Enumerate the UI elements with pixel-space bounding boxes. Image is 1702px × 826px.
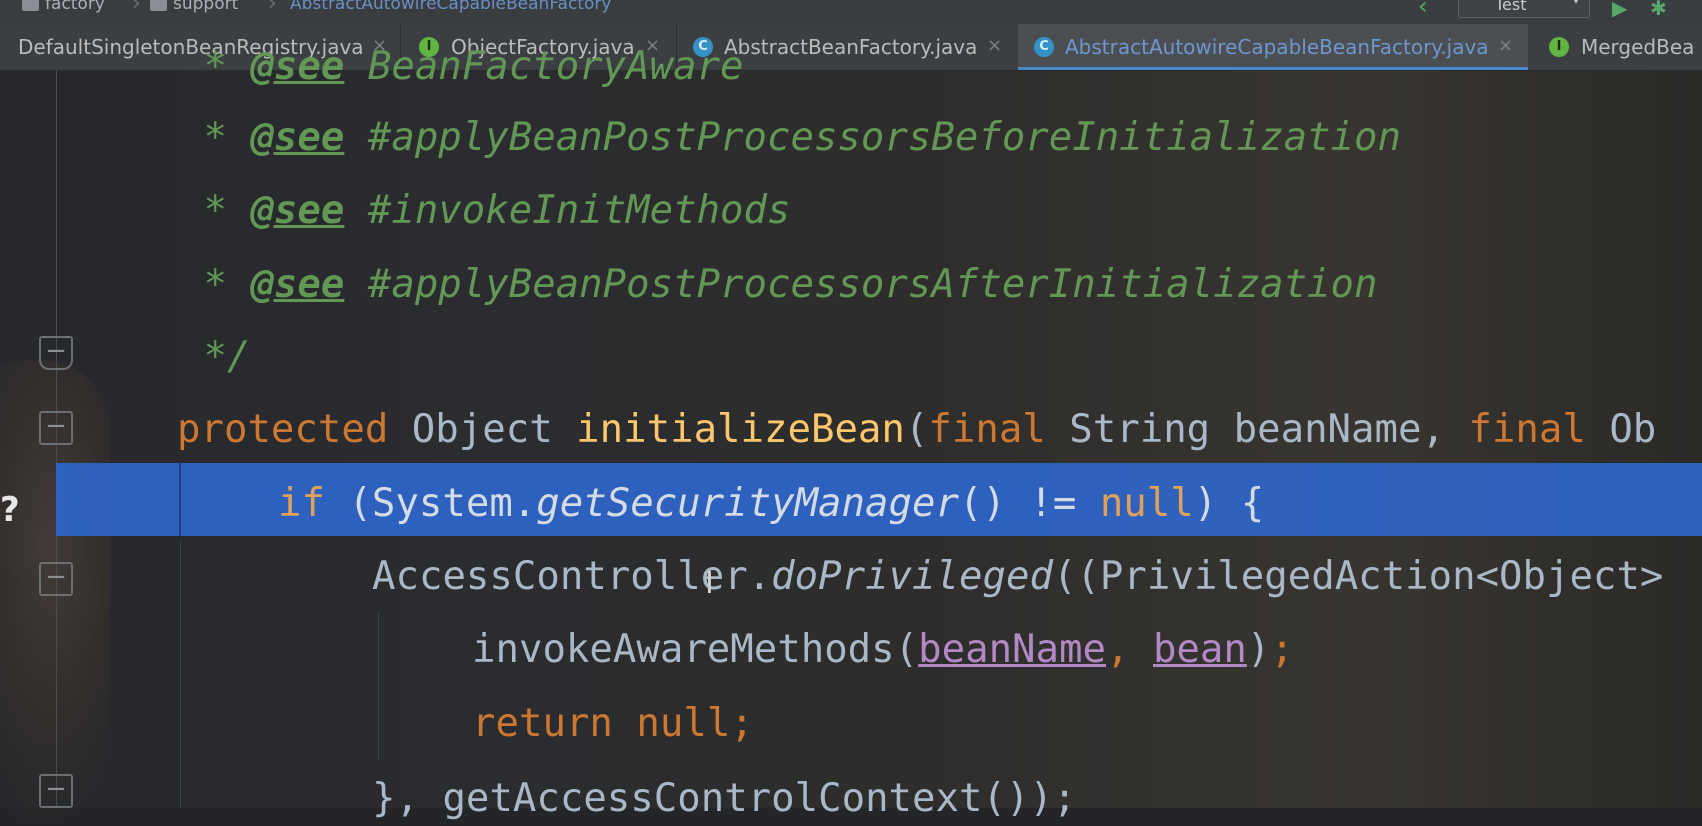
method-signature-line[interactable]: protected Object initializeBean(final St…	[177, 403, 1656, 457]
breadcrumb-factory[interactable]: factory	[22, 0, 105, 14]
gutter-question-mark: ?	[0, 490, 20, 530]
code-line[interactable]: */	[180, 330, 250, 384]
fold-collapse-icon[interactable]: −	[39, 336, 73, 370]
close-icon[interactable]: ×	[1498, 35, 1513, 56]
code-line[interactable]: invokeAwareMethods(beanName, bean);	[472, 623, 1294, 677]
line-marker	[179, 463, 181, 536]
navigation-bar: factory › support › AbstractAutowireCapa…	[0, 0, 1702, 24]
code-line[interactable]: }, getAccessControlContext());	[372, 772, 1076, 826]
code-line[interactable]: * @see #applyBeanPostProcessorsBeforeIni…	[180, 111, 1401, 165]
current-code-line[interactable]: if (System.getSecurityManager() != null)…	[278, 477, 1264, 531]
breadcrumb-support[interactable]: support	[150, 0, 238, 14]
code-line[interactable]: * @see BeanFactoryAware	[180, 40, 743, 94]
indent-guide	[180, 540, 181, 808]
code-line[interactable]: * @see #invokeInitMethods	[180, 184, 790, 238]
tab-merged-bean[interactable]: I MergedBea	[1529, 24, 1702, 70]
code-line[interactable]: return null;	[472, 697, 754, 751]
folder-icon	[150, 0, 167, 11]
class-icon: C	[1034, 37, 1054, 57]
fold-collapse-icon[interactable]: −	[39, 562, 73, 596]
fold-collapse-icon[interactable]: −	[39, 774, 73, 808]
folder-icon	[22, 0, 39, 11]
run-configuration-selector[interactable]: Test ▾	[1458, 0, 1590, 18]
close-icon[interactable]: ×	[987, 35, 1002, 56]
breadcrumb-separator: ›	[268, 0, 277, 16]
breadcrumb-class[interactable]: AbstractAutowireCapableBeanFactory	[290, 0, 611, 14]
code-line[interactable]: * @see #applyBeanPostProcessorsAfterInit…	[180, 258, 1377, 312]
tab-abstract-autowire-capable-bean-factory[interactable]: C AbstractAutowireCapableBeanFactory.jav…	[1018, 24, 1528, 70]
fold-collapse-icon[interactable]: −	[39, 411, 73, 445]
back-arrow-icon[interactable]: ‹	[1418, 0, 1428, 20]
interface-icon: I	[1549, 37, 1569, 57]
breadcrumb-separator: ›	[132, 0, 141, 16]
text-cursor-icon: I	[705, 566, 714, 601]
run-icon[interactable]: ▶	[1612, 0, 1627, 20]
code-line[interactable]: AccessController.doPrivileged((Privilege…	[372, 550, 1663, 604]
debug-icon[interactable]: ✱	[1650, 0, 1667, 20]
indent-guide	[378, 612, 379, 760]
